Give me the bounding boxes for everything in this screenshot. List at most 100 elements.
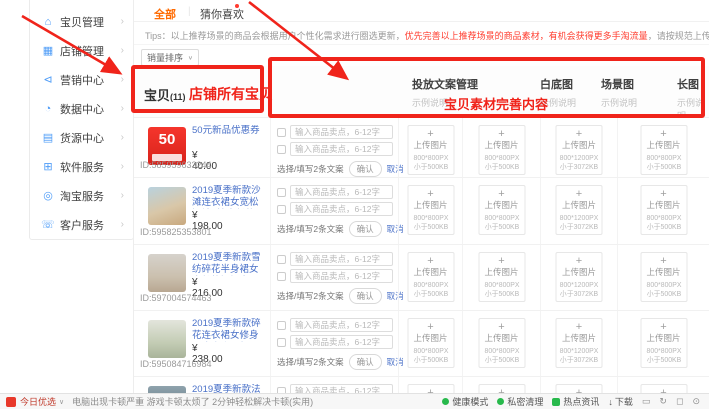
tab-all[interactable]: 全部 — [154, 6, 176, 22]
upload-image-button[interactable]: +上传图片800*800PX小于500KB — [407, 185, 454, 235]
hot-picks-label[interactable]: 今日优选 — [20, 395, 56, 408]
taskbar-item-label: 健康模式 — [452, 395, 488, 408]
confirm-button[interactable]: 确认 — [349, 354, 382, 370]
tab-guess-you-like[interactable]: 猜你喜欢 — [200, 6, 244, 22]
download-label: 下载 — [615, 395, 633, 408]
copy-checkbox-2[interactable] — [277, 205, 286, 214]
upload-image-button[interactable]: +上传图片800*800PX小于500KB — [407, 252, 454, 302]
copy-checkbox-1[interactable] — [277, 128, 286, 137]
sidebar-item-6[interactable]: ◎淘宝服务› — [30, 181, 133, 210]
hot-picks-icon[interactable] — [6, 397, 16, 407]
product-count: (11) — [170, 92, 186, 102]
upload-dimension: 800*800PX — [410, 213, 451, 221]
copy-checkbox-2[interactable] — [277, 145, 286, 154]
selling-point-input-1[interactable] — [290, 185, 393, 199]
plus-icon: + — [641, 256, 686, 267]
plus-icon: + — [479, 189, 524, 200]
upload-image-button[interactable]: +上传图片800*800PX小于500KB — [640, 185, 687, 235]
upload-image-button[interactable]: +上传图片800*800PX小于500KB — [478, 318, 525, 368]
copy-checkbox-1[interactable] — [277, 188, 286, 197]
product-id: ID:585959633244 — [140, 160, 212, 170]
upload-size-limit: 小于500KB — [643, 222, 684, 230]
table-row: 50 50元新品优惠券 ¥ 40.00 ID:585959633244 选择/填… — [134, 118, 709, 178]
taskbar-item-2[interactable]: 热点资讯 — [552, 395, 599, 408]
chevron-down-icon[interactable]: ∨ — [59, 398, 64, 406]
copy-checkbox-1[interactable] — [277, 255, 286, 264]
product-image[interactable] — [148, 254, 186, 292]
upload-size-limit: 小于3072KB — [558, 222, 599, 230]
selling-point-input-2[interactable] — [290, 142, 393, 156]
taskbar-item-1[interactable]: 私密清理 — [497, 395, 543, 408]
selling-point-input-2[interactable] — [290, 269, 393, 283]
circle-icon[interactable]: ⊙ — [692, 396, 700, 407]
example-description-link[interactable]: 示例说明 — [601, 96, 637, 109]
upload-label: 上传图片 — [408, 333, 453, 343]
upload-image-button[interactable]: +上传图片800*800PX小于500KB — [640, 318, 687, 368]
upload-image-button[interactable]: +上传图片800*800PX小于500KB — [478, 185, 525, 235]
copy-checkbox-2[interactable] — [277, 272, 286, 281]
upload-image-button[interactable]: +上传图片800*1200PX小于3072KB — [556, 185, 603, 235]
annotation-label-all-products: 店铺所有宝贝 — [189, 84, 273, 104]
upload-image-button[interactable]: +上传图片800*800PX小于500KB — [478, 252, 525, 302]
sidebar-item-7[interactable]: ☏客户服务› — [30, 210, 133, 239]
product-title-link[interactable]: 2019夏季新款碎花连衣裙女修身显瘦小众网红 — [192, 318, 266, 342]
sidebar-item-3[interactable]: ◔数据中心› — [30, 94, 133, 123]
product-image[interactable] — [148, 187, 186, 225]
upload-image-button[interactable]: +上传图片800*1200PX小于3072KB — [556, 252, 603, 302]
sort-dropdown-label: 销量排序 — [147, 51, 183, 64]
plus-icon: + — [557, 129, 602, 140]
upload-dimension: 800*800PX — [643, 346, 684, 354]
product-title-link[interactable]: 2019夏季新款雪纺碎花半身裙女中长款裙摆白 — [192, 252, 266, 276]
plus-icon: + — [641, 322, 686, 333]
confirm-button[interactable]: 确认 — [349, 221, 382, 237]
upload-image-button[interactable]: +上传图片800*800PX小于500KB — [640, 125, 687, 175]
taskbar-item-0[interactable]: 健康模式 — [442, 395, 488, 408]
upload-label: 上传图片 — [641, 200, 686, 210]
panel-icon[interactable]: ◻ — [676, 396, 683, 407]
green-badge-icon — [552, 398, 560, 406]
upload-image-button[interactable]: +上传图片800*1200PX小于3072KB — [556, 318, 603, 368]
selling-point-input-1[interactable] — [290, 252, 393, 266]
plus-icon: + — [557, 189, 602, 200]
sidebar-item-0[interactable]: ⌂宝贝管理› — [30, 7, 133, 36]
product-id: ID:595084716984 — [140, 359, 212, 369]
upload-image-button[interactable]: +上传图片800*800PX小于500KB — [640, 252, 687, 302]
upload-size-limit: 小于3072KB — [558, 289, 599, 297]
download-button[interactable]: ↓下载 — [608, 395, 633, 408]
upload-image-button[interactable]: +上传图片800*1200PX小于3072KB — [556, 125, 603, 175]
taskbar-headline[interactable]: 电脑出现卡顿严重 游戏卡顿太烦了 2分钟轻松解决卡顿(实用) — [72, 395, 313, 408]
upload-label: 上传图片 — [557, 333, 602, 343]
upload-size-limit: 小于500KB — [643, 162, 684, 170]
taskbar-item-label: 私密清理 — [507, 395, 543, 408]
upload-image-button[interactable]: +上传图片800*800PX小于500KB — [407, 318, 454, 368]
sidebar-item-5[interactable]: ⊞软件服务› — [30, 152, 133, 181]
upload-label: 上传图片 — [479, 200, 524, 210]
chevron-right-icon: › — [121, 161, 124, 172]
product-image[interactable] — [148, 320, 186, 358]
upload-size-limit: 小于500KB — [481, 355, 522, 363]
confirm-button[interactable]: 确认 — [349, 161, 382, 177]
sort-dropdown[interactable]: 销量排序 ∨ — [141, 49, 199, 66]
upload-image-button[interactable]: +上传图片800*800PX小于500KB — [478, 125, 525, 175]
upload-dimension: 800*800PX — [643, 280, 684, 288]
selling-point-input-2[interactable] — [290, 202, 393, 216]
copy-management-cell: 选择/填写2条文案 确认 取消 — [270, 118, 398, 177]
selling-point-input-1[interactable] — [290, 318, 393, 332]
upload-image-button[interactable]: +上传图片800*800PX小于500KB — [407, 125, 454, 175]
refresh-icon[interactable]: ↻ — [659, 396, 667, 407]
tips-suffix: ，请按规范上传素材 — [648, 31, 709, 41]
upload-size-limit: 小于500KB — [643, 289, 684, 297]
product-title-link[interactable]: 2019夏季新款沙滩连衣裙女宽松短袖T恤中长款 — [192, 185, 266, 209]
confirm-button[interactable]: 确认 — [349, 288, 382, 304]
copy-checkbox-1[interactable] — [277, 321, 286, 330]
product-title-link[interactable]: 50元新品优惠券 — [192, 125, 266, 137]
selling-point-input-1[interactable] — [290, 125, 393, 139]
upload-cell-col0: +上传图片800*800PX小于500KB — [398, 245, 462, 310]
selling-point-input-2[interactable] — [290, 335, 393, 349]
window-icon[interactable]: ▭ — [642, 396, 651, 407]
sidebar-item-4[interactable]: ▤货源中心› — [30, 123, 133, 152]
sidebar-item-2[interactable]: ⊲营销中心› — [30, 65, 133, 94]
sidebar-item-1[interactable]: ▦店铺管理› — [30, 36, 133, 65]
copy-checkbox-2[interactable] — [277, 338, 286, 347]
column-header-2: 场景图示例说明 — [601, 76, 637, 109]
